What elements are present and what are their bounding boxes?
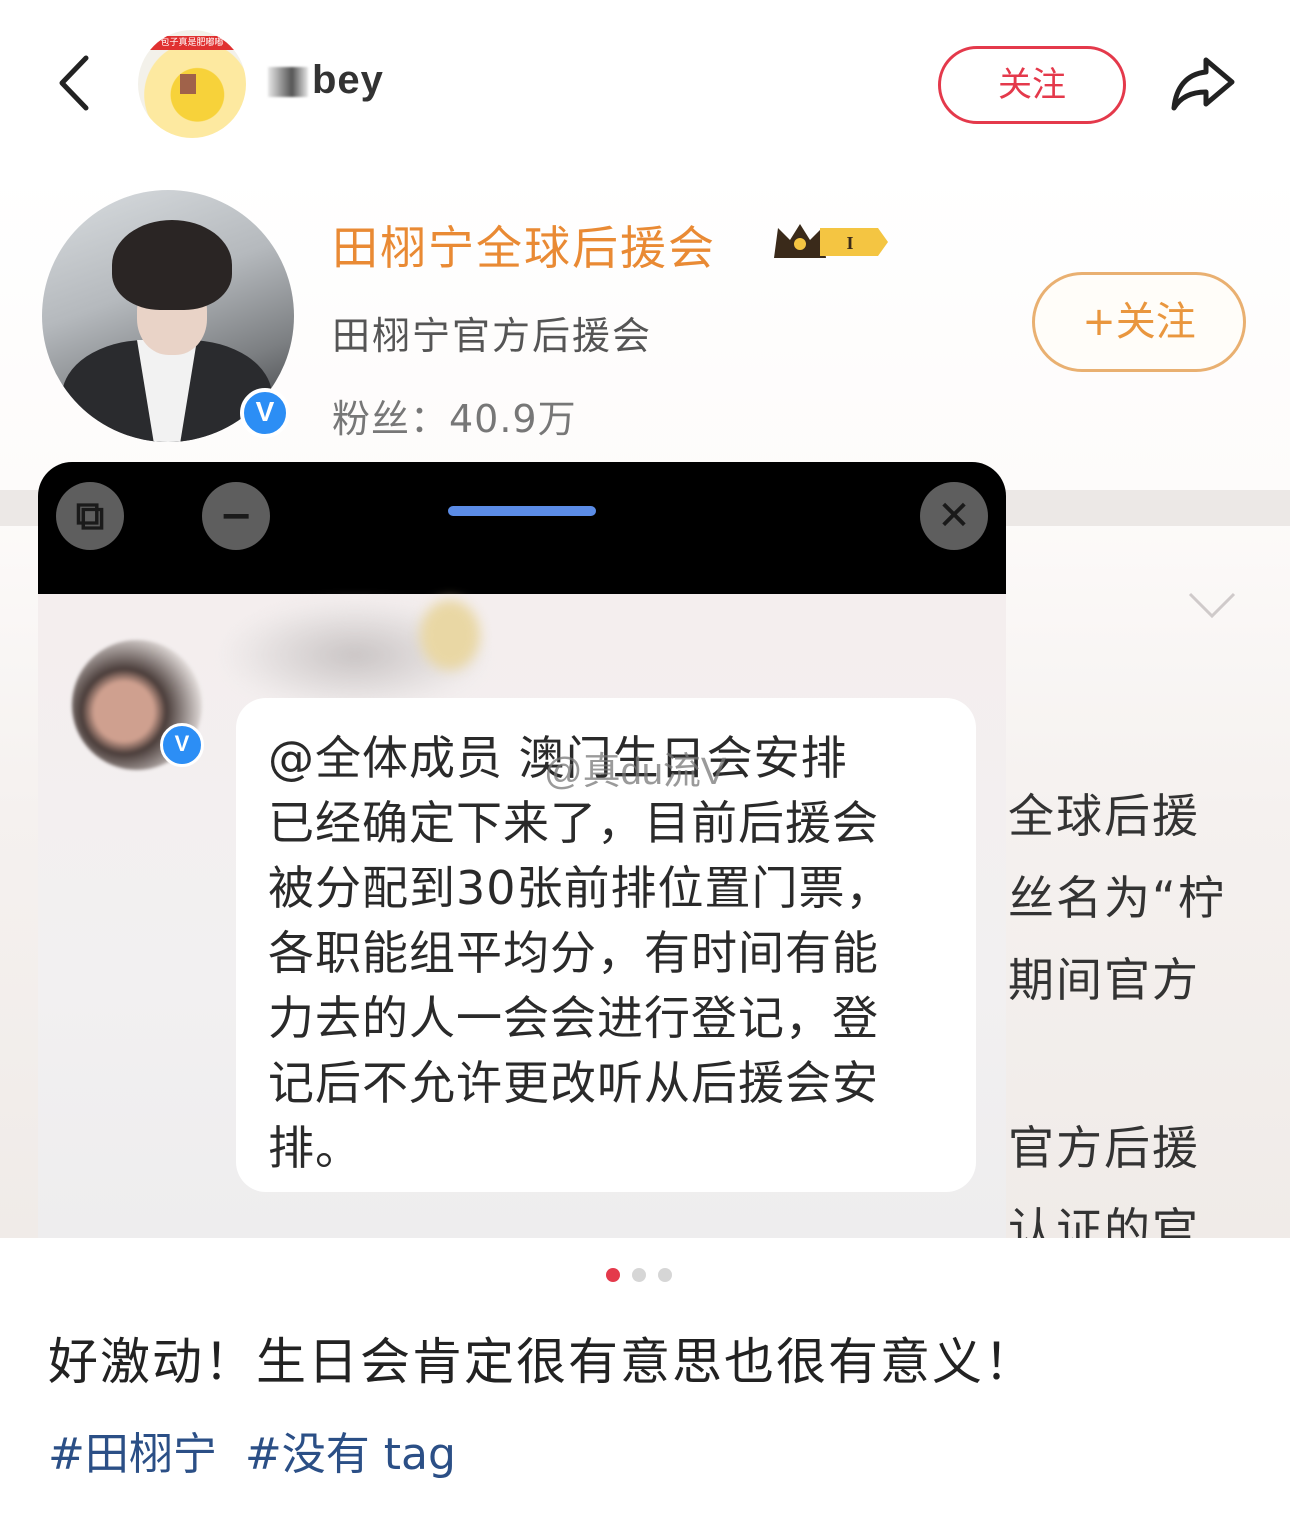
page-dot — [658, 1268, 672, 1282]
partial-text-line: 全球后援 — [1008, 789, 1200, 843]
close-icon: ✕ — [920, 482, 988, 550]
tag-list: #田栩宁 #没有 tag — [48, 1418, 470, 1482]
top-bar: 包子真是肥嘟嘟 bey 关注 — [0, 0, 1290, 170]
author-avatar[interactable]: 包子真是肥嘟嘟 — [138, 30, 246, 138]
message-line: 排。 — [268, 1121, 362, 1175]
partial-text-line: 认证的官 — [1008, 1203, 1200, 1238]
minimize-icon: − — [202, 482, 270, 550]
profile-description: 田栩宁官方后援会 — [332, 314, 653, 358]
sender-verified-badge: V — [160, 723, 204, 767]
blurred-emoji — [420, 600, 480, 670]
image-pagination[interactable] — [600, 1268, 680, 1284]
crown-level-badge: I — [770, 218, 892, 266]
partial-text-line: 官方后援 — [1008, 1121, 1200, 1175]
level-badge-text: I — [846, 233, 853, 253]
blurred-name-part — [268, 67, 308, 98]
expand-icon: ⧉ — [56, 482, 124, 550]
fans-count: 粉丝：40.9万 — [332, 397, 577, 441]
page-dot — [632, 1268, 646, 1282]
drag-handle — [448, 506, 596, 516]
back-icon[interactable] — [48, 48, 108, 118]
author-name[interactable]: bey — [268, 58, 384, 103]
follow-button[interactable]: 关注 — [938, 46, 1126, 124]
partial-text-line: 丝名为“柠 — [1008, 871, 1226, 925]
message-line: 被分配到30张前排位置门票， — [268, 861, 893, 915]
post-caption: 好激动！生日会肯定很有意思也很有意义！ — [48, 1333, 1036, 1391]
chevron-down-icon — [1186, 590, 1238, 620]
message-line: 记后不允许更改听从后援会安 — [268, 1056, 879, 1110]
author-name-text: bey — [312, 58, 384, 102]
avatar-hair — [112, 220, 232, 310]
verified-badge: V — [240, 388, 290, 438]
share-icon[interactable] — [1166, 46, 1240, 120]
avatar-ribbon: 包子真是肥嘟嘟 — [146, 36, 238, 50]
watermark: @真du流V — [544, 751, 727, 793]
message-line: 已经确定下来了，目前后援会 — [268, 796, 879, 850]
profile-name: 田栩宁全球后援会 — [332, 221, 716, 275]
tag-link[interactable]: #没有 tag — [245, 1429, 456, 1480]
page-dot-active — [606, 1268, 620, 1282]
message-line: 力去的人一会会进行登记，登 — [268, 991, 879, 1045]
mosaic-patch — [180, 74, 196, 94]
message-line: 各职能组平均分，有时间有能 — [268, 926, 879, 980]
profile-follow-button: +关注 — [1032, 272, 1246, 372]
tag-link[interactable]: #田栩宁 — [48, 1429, 217, 1480]
floating-window-header: ⧉ − ✕ — [38, 462, 1006, 594]
post-image[interactable]: V 田栩宁全球后援会 I 田栩宁官方后援会 粉丝：40.9万 +关注 全球后援 … — [0, 170, 1290, 1238]
partial-text-line: 期间官方 — [1008, 953, 1200, 1007]
